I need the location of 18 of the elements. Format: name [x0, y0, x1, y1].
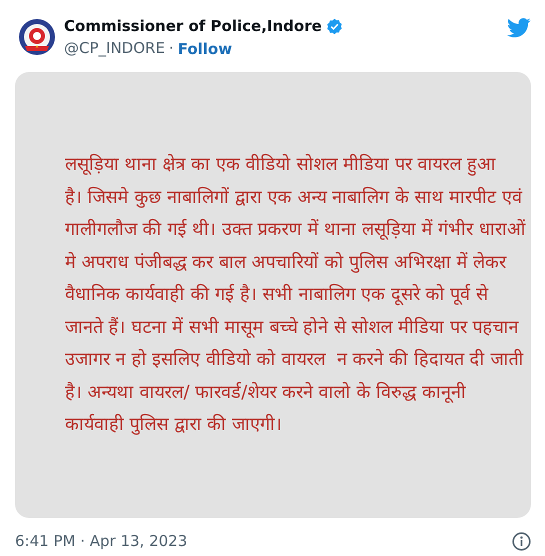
info-icon[interactable] [512, 532, 531, 551]
statement-text-line: उजागर न हो इसलिए वीडियो को वायरल न करने की हिदायत दी जाती [65, 348, 524, 372]
statement-image[interactable] [15, 72, 531, 518]
statement-text-line: मे अपराध पंजीबद्ध कर बाल अपचारियों को पुलिस अभिरक्षा में लेकर [65, 250, 506, 275]
statement-text-line: लसूड़िया थाना क्षेत्र का एक वीडियो सोशल मीडिया पर वायरल हुआ [65, 152, 496, 178]
timestamp[interactable]: 6:41 PM · Apr 13, 2023 [15, 530, 188, 552]
statement-text-line: जानते हैं। घटना में सभी मासूम बच्चे होने से सोशल मीडिया पर पहचान [65, 316, 519, 340]
statement-text-line: कार्यवाही पुलिस द्वारा की जाएगी। [65, 412, 282, 437]
statement-text-line: गालीगलौज की गई थी। उक्त प्रकरण में थाना लसूड़िया में गंभीर धाराओं [65, 218, 525, 242]
separator: · [168, 38, 174, 59]
statement-text-line: है। जिसमे कुछ नाबालिगों द्वारा एक अन्य नाबालिग के साथ मारपीट एवं [65, 186, 522, 210]
follow-link[interactable]: Follow [178, 38, 232, 60]
account-handle[interactable]: @CP_INDORE [64, 38, 165, 60]
bird-logo-icon[interactable] [507, 18, 531, 38]
police-emblem-avatar[interactable] [18, 18, 56, 56]
account-name[interactable]: Commissioner of Police,Indore [64, 16, 322, 36]
statement-text-line: है। अन्यथा वायरल/ फारवर्ड/शेयर करने वालो के विरुद्ध कानूनी [65, 380, 466, 405]
statement-text-line: वैधानिक कार्यवाही की गई है। सभी नाबालिग एक दूसरे को पूर्व से [65, 282, 488, 308]
